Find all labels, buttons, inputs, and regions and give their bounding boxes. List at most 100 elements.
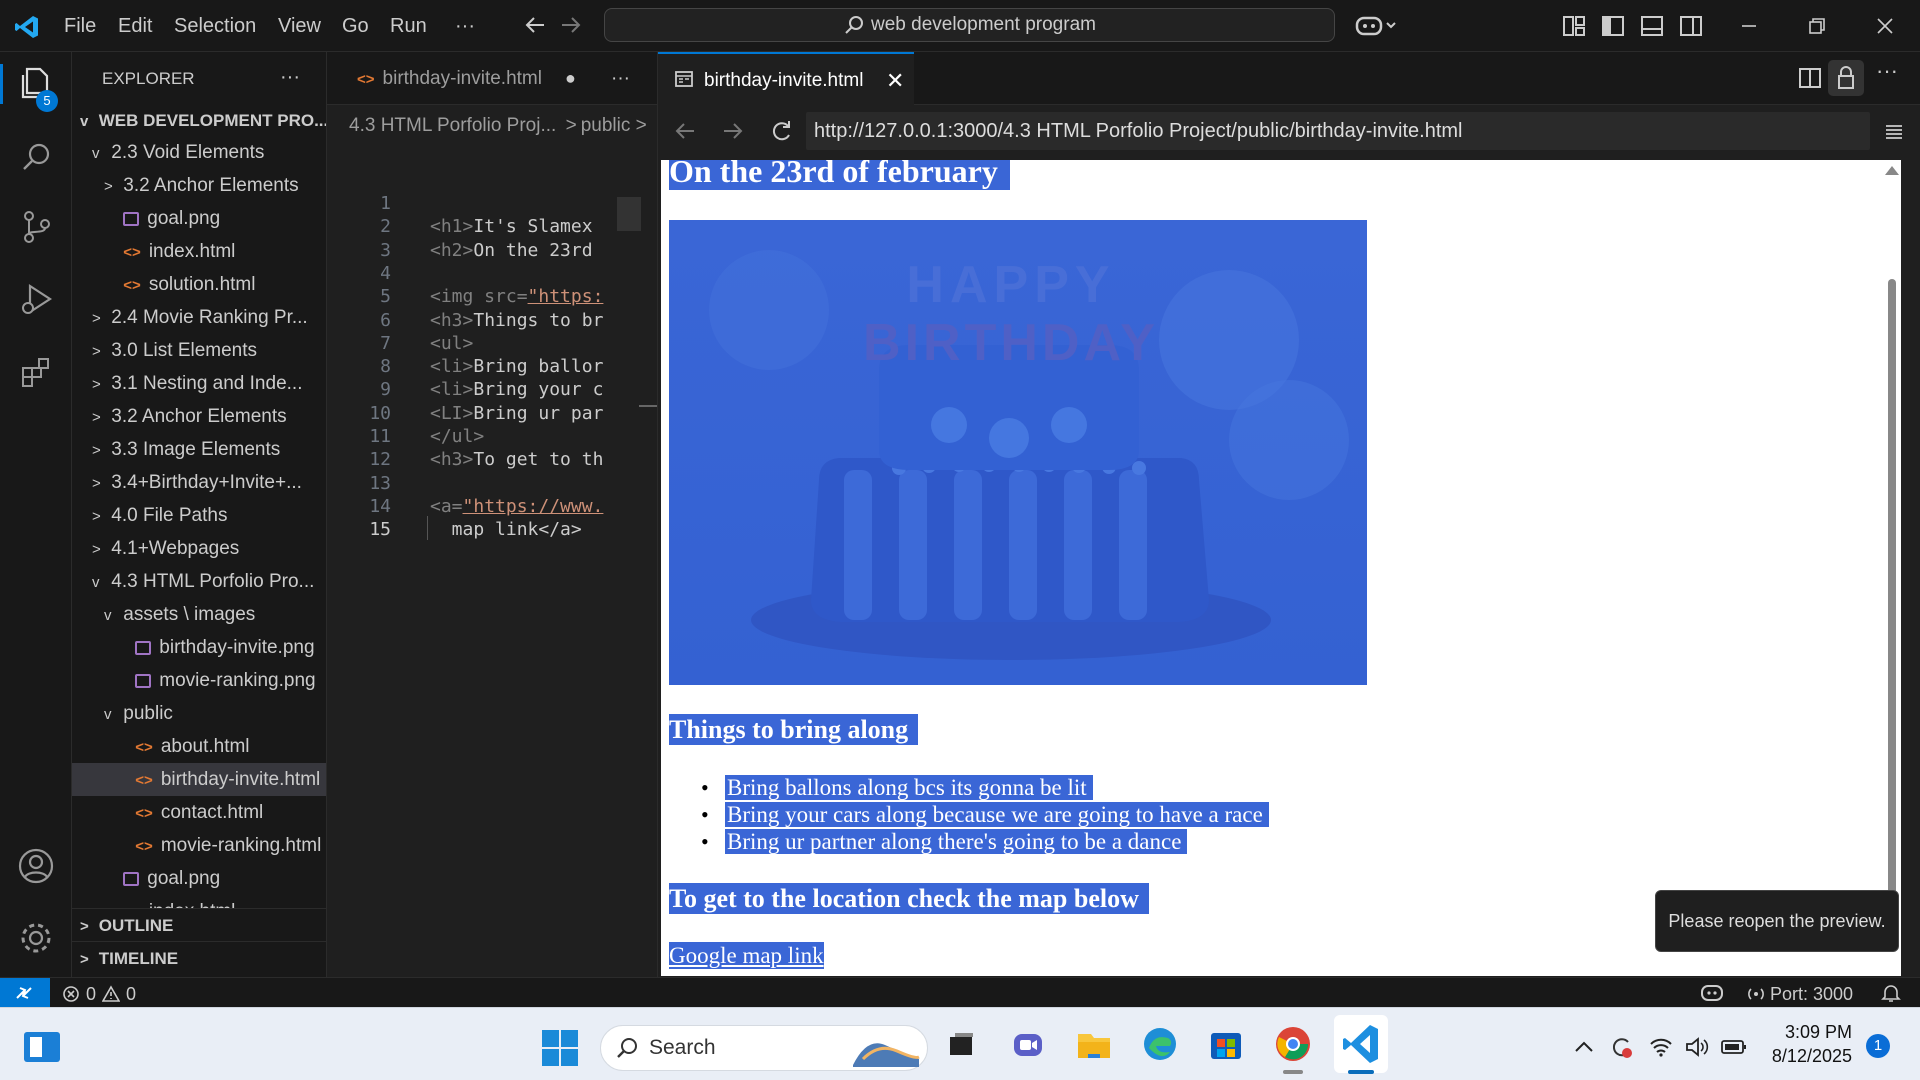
task-view-icon[interactable] (941, 1024, 981, 1064)
customize-layout-icon[interactable] (1562, 14, 1586, 38)
tree-folder[interactable]: > 3.3 Image Elements (72, 433, 326, 466)
toggle-secondary-sidebar-icon[interactable] (1679, 14, 1703, 38)
browser-back-icon[interactable] (672, 118, 698, 144)
tree-folder[interactable]: > 3.0 List Elements (72, 334, 326, 367)
live-server-port[interactable]: Port: 3000 (1746, 981, 1853, 1007)
tree-folder[interactable]: v assets \ images (72, 598, 326, 631)
workspace-root[interactable]: v WEB DEVELOPMENT PRO... (72, 106, 326, 136)
tree-item-label: 2.3 Void Elements (111, 142, 265, 163)
notifications-bell-icon[interactable] (1880, 982, 1902, 1004)
sync-icon[interactable] (1608, 1034, 1634, 1060)
edge-browser-icon[interactable] (1140, 1024, 1180, 1064)
menu-view[interactable]: View (278, 0, 321, 52)
menu-go[interactable]: Go (342, 0, 369, 52)
notification-toast[interactable]: Please reopen the preview. (1655, 890, 1899, 952)
tree-file[interactable]: goal.png (72, 862, 326, 895)
clock[interactable]: 3:09 PM 8/12/2025 (1762, 1020, 1852, 1068)
source-control-icon[interactable] (20, 210, 54, 244)
preview-more-button[interactable]: ··· (1876, 58, 1898, 84)
tab-preview-birthday-invite[interactable]: birthday-invite.html ✕ (658, 52, 914, 105)
scroll-up-arrow-icon[interactable] (1885, 166, 1899, 175)
tree-folder[interactable]: > 3.2 Anchor Elements (72, 169, 326, 202)
menu-file[interactable]: File (64, 0, 96, 52)
code-area[interactable]: 1 2 <h1>It's Slamex 3 <h2>On the 23rd 4 5 <img … (327, 190, 657, 630)
timeline-section[interactable]: > TIMELINE (72, 941, 326, 974)
tree-folder[interactable]: > 4.1+Webpages (72, 532, 326, 565)
scrollbar-thumb[interactable] (1888, 279, 1896, 952)
battery-icon[interactable] (1720, 1036, 1748, 1058)
lock-group-icon[interactable] (1828, 60, 1864, 96)
back-arrow-icon[interactable] (522, 12, 548, 38)
toggle-primary-sidebar-icon[interactable] (1601, 14, 1625, 38)
account-icon[interactable] (18, 848, 54, 884)
file-explorer-icon[interactable] (1074, 1024, 1114, 1064)
tree-folder[interactable]: > 4.0 File Paths (72, 499, 326, 532)
notification-count-badge[interactable]: 1 (1866, 1034, 1890, 1058)
forward-arrow-icon[interactable] (558, 12, 584, 38)
tree-folder[interactable]: v 2.3 Void Elements (72, 136, 326, 169)
show-hidden-icons-chevron-icon[interactable] (1573, 1038, 1595, 1056)
tree-folder[interactable]: v 4.3 HTML Porfolio Pro... (72, 565, 326, 598)
remote-indicator[interactable] (0, 978, 50, 1008)
problems-indicator[interactable]: 0 0 (62, 981, 136, 1007)
breadcrumb-folder[interactable]: 4.3 HTML Porfolio Proj... (349, 115, 556, 136)
page-scrollbar[interactable] (1877, 160, 1901, 976)
search-icon[interactable] (20, 140, 54, 174)
volume-icon[interactable] (1684, 1034, 1710, 1060)
split-editor-icon[interactable] (1798, 66, 1822, 90)
menu-edit[interactable]: Edit (118, 0, 152, 52)
vscode-taskbar-icon[interactable] (1334, 1015, 1388, 1073)
code-line[interactable]: 15 map link</a> (327, 516, 657, 545)
menu-selection[interactable]: Selection (174, 0, 256, 52)
wifi-icon[interactable] (1648, 1034, 1674, 1060)
meet-video-icon[interactable] (1008, 1024, 1048, 1064)
tree-file[interactable]: <> about.html (72, 730, 326, 763)
editor-more-button[interactable]: ··· (611, 52, 630, 105)
tree-folder[interactable]: > 3.2 Anchor Elements (72, 400, 326, 433)
tree-folder[interactable]: > 2.4 Movie Ranking Pr... (72, 301, 326, 334)
explorer-more-button[interactable]: ··· (280, 52, 300, 106)
taskbar-search-box[interactable]: Search (600, 1025, 928, 1071)
command-center-search[interactable]: web development program (604, 8, 1335, 42)
tree-file[interactable]: <> birthday-invite.html (72, 763, 326, 796)
rendered-web-page[interactable]: On the 23rd of february HAPPY BIRTHDAY T… (661, 160, 1901, 976)
run-debug-icon[interactable] (20, 282, 54, 316)
close-window-icon[interactable] (1873, 14, 1897, 38)
start-windows-icon[interactable] (542, 1030, 578, 1066)
tree-file[interactable]: <> contact.html (72, 796, 326, 829)
tree-file[interactable]: birthday-invite.png (72, 631, 326, 664)
tree-file[interactable]: <> index.html (72, 235, 326, 268)
browser-reload-icon[interactable] (768, 118, 794, 144)
tree-file[interactable]: goal.png (72, 202, 326, 235)
minimize-icon[interactable] (1737, 14, 1761, 38)
toggle-panel-icon[interactable] (1640, 14, 1664, 38)
browser-forward-icon[interactable] (720, 118, 746, 144)
chrome-browser-icon[interactable] (1273, 1024, 1313, 1064)
preview-icon (674, 69, 694, 89)
google-map-link[interactable]: Google map link (669, 942, 824, 969)
restore-icon[interactable] (1805, 14, 1829, 38)
tree-file[interactable]: <> solution.html (72, 268, 326, 301)
url-input[interactable]: http://127.0.0.1:3000/4.3 HTML Porfolio … (806, 112, 1870, 150)
breadcrumb-subfolder[interactable]: public (581, 115, 631, 136)
unsaved-dot-icon[interactable]: ● (565, 52, 576, 105)
settings-gear-icon[interactable] (18, 920, 54, 956)
tree-file[interactable]: movie-ranking.png (72, 664, 326, 697)
outline-section[interactable]: > OUTLINE (72, 908, 326, 941)
tab-birthday-invite-html[interactable]: <> birthday-invite.html ● ··· (327, 52, 657, 105)
menu-more[interactable]: ··· (455, 0, 475, 52)
copilot-status-icon[interactable] (1700, 982, 1724, 1004)
widgets-icon[interactable] (22, 1030, 62, 1064)
copilot-icon[interactable] (1355, 12, 1399, 40)
tree-folder[interactable]: > 3.1 Nesting and Inde... (72, 367, 326, 400)
browser-menu-icon[interactable] (1884, 122, 1904, 142)
minimap[interactable] (617, 197, 641, 231)
sash[interactable] (639, 405, 657, 407)
microsoft-store-icon[interactable] (1206, 1024, 1246, 1064)
tree-file[interactable]: <> movie-ranking.html (72, 829, 326, 862)
tree-folder[interactable]: v public (72, 697, 326, 730)
menu-run[interactable]: Run (390, 0, 427, 52)
extensions-icon[interactable] (20, 356, 54, 390)
close-tab-icon[interactable]: ✕ (886, 54, 904, 107)
tree-folder[interactable]: > 3.4+Birthday+Invite+... (72, 466, 326, 499)
